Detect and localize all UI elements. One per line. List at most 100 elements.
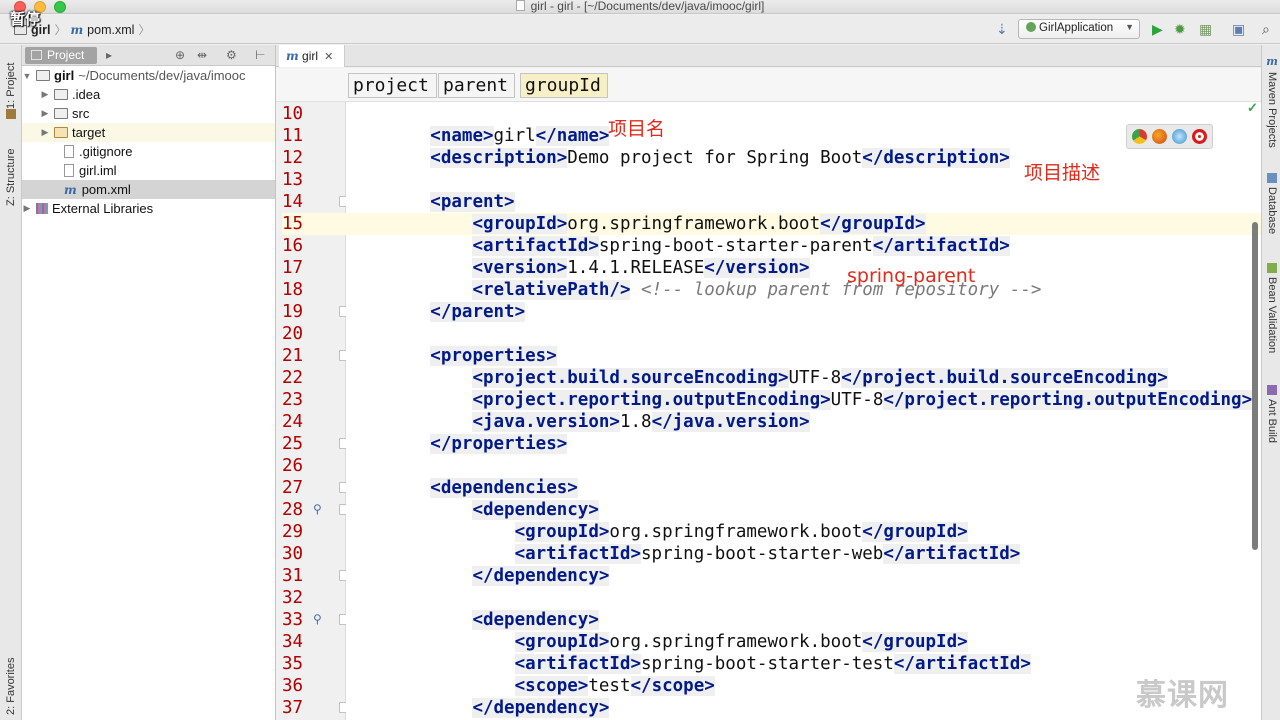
code-close-tag: </groupId> [862,632,968,652]
firefox-icon[interactable] [1152,129,1167,144]
maven-file-icon: m [286,49,299,63]
tool-tab-bean-validation[interactable]: Bean Validation [1263,263,1280,363]
tree-item-external-libraries[interactable]: ▶ External Libraries [22,199,275,218]
project-view-selector[interactable]: Project [25,47,97,64]
code-line[interactable]: <version>1.4.1.RELEASE</version> [346,257,1261,279]
code-line[interactable]: <properties> [346,345,1261,367]
code-editor[interactable]: <name>girl</name> <description>Demo proj… [346,102,1261,720]
xml-breadcrumb-groupid[interactable]: groupId [520,73,608,98]
code-line[interactable]: </parent> [346,301,1261,323]
code-text: org.springframework.boot [609,522,863,542]
editor-tab-label: girl [302,49,319,63]
xml-breadcrumb-parent[interactable]: parent [438,73,515,98]
code-text: test [588,676,631,696]
close-icon[interactable]: ✕ [324,51,333,63]
code-close-tag: </project.build.sourceEncoding> [841,368,1168,388]
tool-tab-database[interactable]: Database [1263,173,1280,243]
code-line[interactable]: <description>Demo project for Spring Boo… [346,147,1261,169]
watermark-logo: 慕课网 [1136,678,1229,713]
code-line[interactable]: <groupId>org.springframework.boot</group… [346,631,1261,653]
browser-preview-bar [1126,124,1213,149]
run-configuration-select[interactable]: GirlApplication ▼ [1018,19,1140,39]
tool-tab-structure[interactable]: Z: Structure [2,137,20,217]
tool-tab-bean-label: Bean Validation [1266,277,1278,354]
code-close-tag: </version> [704,258,810,278]
tree-item-idea[interactable]: ▶ .idea [22,85,275,104]
line-number: 34 [282,632,304,652]
chrome-icon[interactable] [1132,129,1147,144]
code-line[interactable] [346,103,1261,125]
code-line[interactable]: <dependency> [346,609,1261,631]
tool-tab-favorites[interactable]: 2: Favorites [2,653,20,719]
collapsed-arrow-icon[interactable]: ▶ [22,203,32,214]
view-dropdown-icon[interactable]: ▸ [106,48,112,62]
xml-breadcrumb-project[interactable]: project [348,73,437,98]
coverage-icon[interactable]: ▦ [1199,21,1212,37]
vertical-scrollbar[interactable] [1252,222,1258,550]
tool-tab-ant-label: Ant Build [1266,399,1278,444]
code-line[interactable] [346,169,1261,191]
code-line[interactable]: </dependency> [346,565,1261,587]
run-icon[interactable]: ▶ [1152,21,1163,37]
tree-item-gitignore[interactable]: .gitignore [22,142,275,161]
code-line[interactable]: <dependencies> [346,477,1261,499]
code-line[interactable]: <name>girl</name> [346,125,1261,147]
code-line[interactable]: <scope>test</scope> [346,675,1261,697]
code-line[interactable]: <artifactId>spring-boot-starter-web</art… [346,543,1261,565]
code-line[interactable]: <project.reporting.outputEncoding>UTF-8<… [346,389,1261,411]
collapsed-arrow-icon[interactable]: ▶ [40,108,50,119]
editor-tab-girl[interactable]: m girl ✕ [279,45,345,67]
code-line[interactable]: <relativePath/> <!-- lookup parent from … [346,279,1261,301]
opera-icon[interactable] [1192,129,1207,144]
code-line[interactable]: <parent> [346,191,1261,213]
code-line[interactable] [346,587,1261,609]
code-line[interactable]: </dependency> [346,697,1261,719]
code-text: org.springframework.boot [609,632,863,652]
tree-item-label: girl.iml [79,163,117,178]
code-line[interactable]: <dependency> [346,499,1261,521]
code-line[interactable] [346,323,1261,345]
code-close-tag: </artifactId> [872,236,1010,256]
breadcrumb-file[interactable]: pom.xml [87,23,134,37]
collapse-all-icon[interactable]: ⇹ [197,48,207,62]
tree-item-iml[interactable]: girl.iml [22,161,275,180]
project-structure-icon[interactable]: ▣ [1232,21,1245,37]
database-icon [1267,173,1277,183]
line-number: 18 [282,280,304,300]
tool-tab-maven[interactable]: m Maven Projects [1263,55,1280,165]
search-icon[interactable]: ⌕ [1262,21,1270,37]
line-number: 19 [282,302,304,322]
code-open-tag: <groupId> [472,214,568,234]
tree-item-target[interactable]: ▶ target [22,123,275,142]
scroll-from-source-icon[interactable]: ⊕ [175,48,185,62]
collapsed-arrow-icon[interactable]: ▶ [40,89,50,100]
code-text: Demo project for Spring Boot [567,148,863,168]
tool-tab-database-label: Database [1266,187,1278,235]
tree-item-pom[interactable]: m pom.xml [22,180,275,199]
tool-tab-ant-build[interactable]: Ant Build [1263,385,1280,455]
hide-panel-icon[interactable]: ⊢ [255,48,265,62]
vcs-update-icon[interactable]: ⇣ [996,21,1008,37]
gear-icon[interactable]: ⚙ [226,48,237,62]
safari-icon[interactable] [1172,129,1187,144]
expanded-arrow-icon[interactable]: ▼ [22,71,32,81]
code-line[interactable]: <groupId>org.springframework.boot</group… [346,521,1261,543]
code-line[interactable] [346,455,1261,477]
editor-tab-bar: m girl ✕ [276,45,1261,67]
code-line[interactable]: <project.build.sourceEncoding>UTF-8</pro… [346,367,1261,389]
chevron-right-icon: 〉 [138,23,151,37]
code-line[interactable]: <groupId>org.springframework.boot</group… [346,213,1261,235]
tool-tab-project-label: 1: Project [5,62,17,110]
collapsed-arrow-icon[interactable]: ▶ [40,127,50,138]
code-line[interactable]: <java.version>1.8</java.version> [346,411,1261,433]
tree-item-root[interactable]: ▼ girl ~/Documents/dev/java/imooc [22,66,275,85]
code-line[interactable]: <artifactId>spring-boot-starter-test</ar… [346,653,1261,675]
code-line[interactable]: <artifactId>spring-boot-starter-parent</… [346,235,1261,257]
code-line[interactable]: </properties> [346,433,1261,455]
tree-item-src[interactable]: ▶ src [22,104,275,123]
debug-icon[interactable]: ✹ [1174,21,1186,37]
